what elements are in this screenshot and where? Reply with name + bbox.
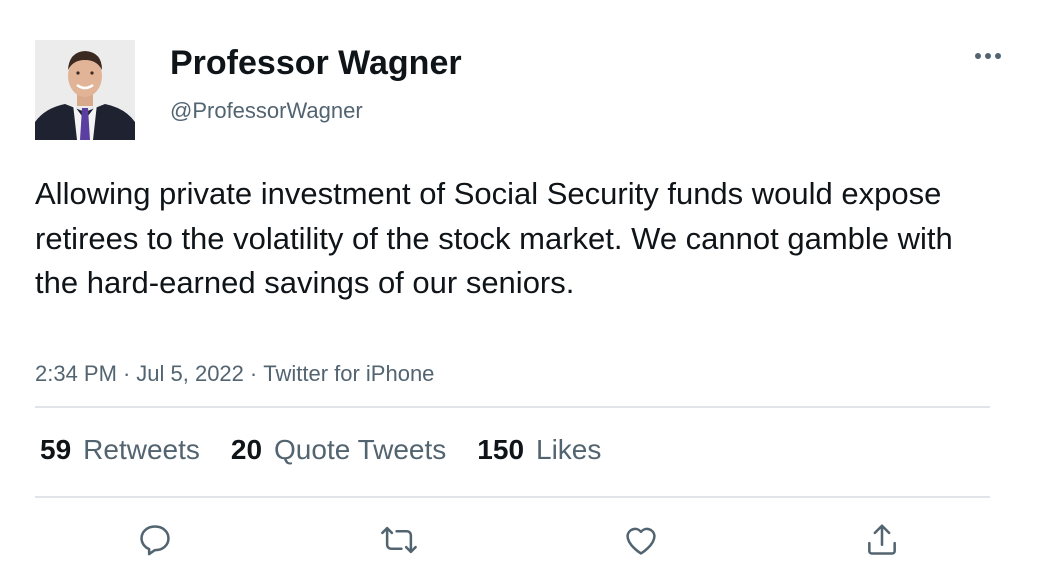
more-icon	[975, 53, 1001, 59]
user-handle[interactable]: @ProfessorWagner	[170, 98, 363, 124]
share-icon	[868, 524, 896, 555]
avatar[interactable]	[35, 40, 135, 140]
retweets-label: Retweets	[83, 434, 200, 465]
avatar-photo-icon	[35, 40, 135, 140]
tweet-text: Allowing private investment of Social Se…	[35, 176, 953, 300]
display-name[interactable]: Professor Wagner	[170, 44, 462, 83]
quote-tweets-label: Quote Tweets	[274, 434, 447, 465]
engagement-stats: 59 Retweets 20 Quote Tweets 150 Likes	[40, 432, 632, 468]
tweet-meta: 2:34 PM · Jul 5, 2022 · Twitter for iPhone	[35, 361, 434, 387]
meta-separator: ·	[122, 361, 131, 386]
retweet-button[interactable]	[377, 518, 421, 562]
tweet-date[interactable]: Jul 5, 2022	[136, 361, 244, 386]
likes-stat[interactable]: 150 Likes	[477, 434, 601, 466]
divider	[35, 496, 990, 498]
reply-button[interactable]	[133, 518, 177, 562]
quote-tweets-stat[interactable]: 20 Quote Tweets	[231, 434, 446, 466]
more-options-button[interactable]	[968, 42, 1008, 70]
retweets-count: 59	[40, 434, 72, 465]
retweets-stat[interactable]: 59 Retweets	[40, 434, 200, 466]
meta-separator: ·	[249, 361, 258, 386]
tweet-source[interactable]: Twitter for iPhone	[263, 361, 434, 386]
likes-count: 150	[477, 434, 525, 465]
reply-icon	[140, 525, 170, 556]
retweet-icon	[381, 526, 417, 554]
likes-label: Likes	[536, 434, 602, 465]
heart-icon	[626, 527, 656, 555]
share-button[interactable]	[860, 518, 904, 562]
tweet-card: Professor Wagner @ProfessorWagner Allowi…	[0, 0, 1050, 570]
tweet-time[interactable]: 2:34 PM	[35, 361, 117, 386]
like-button[interactable]	[619, 518, 663, 562]
quote-tweets-count: 20	[230, 434, 263, 465]
divider	[35, 406, 990, 408]
